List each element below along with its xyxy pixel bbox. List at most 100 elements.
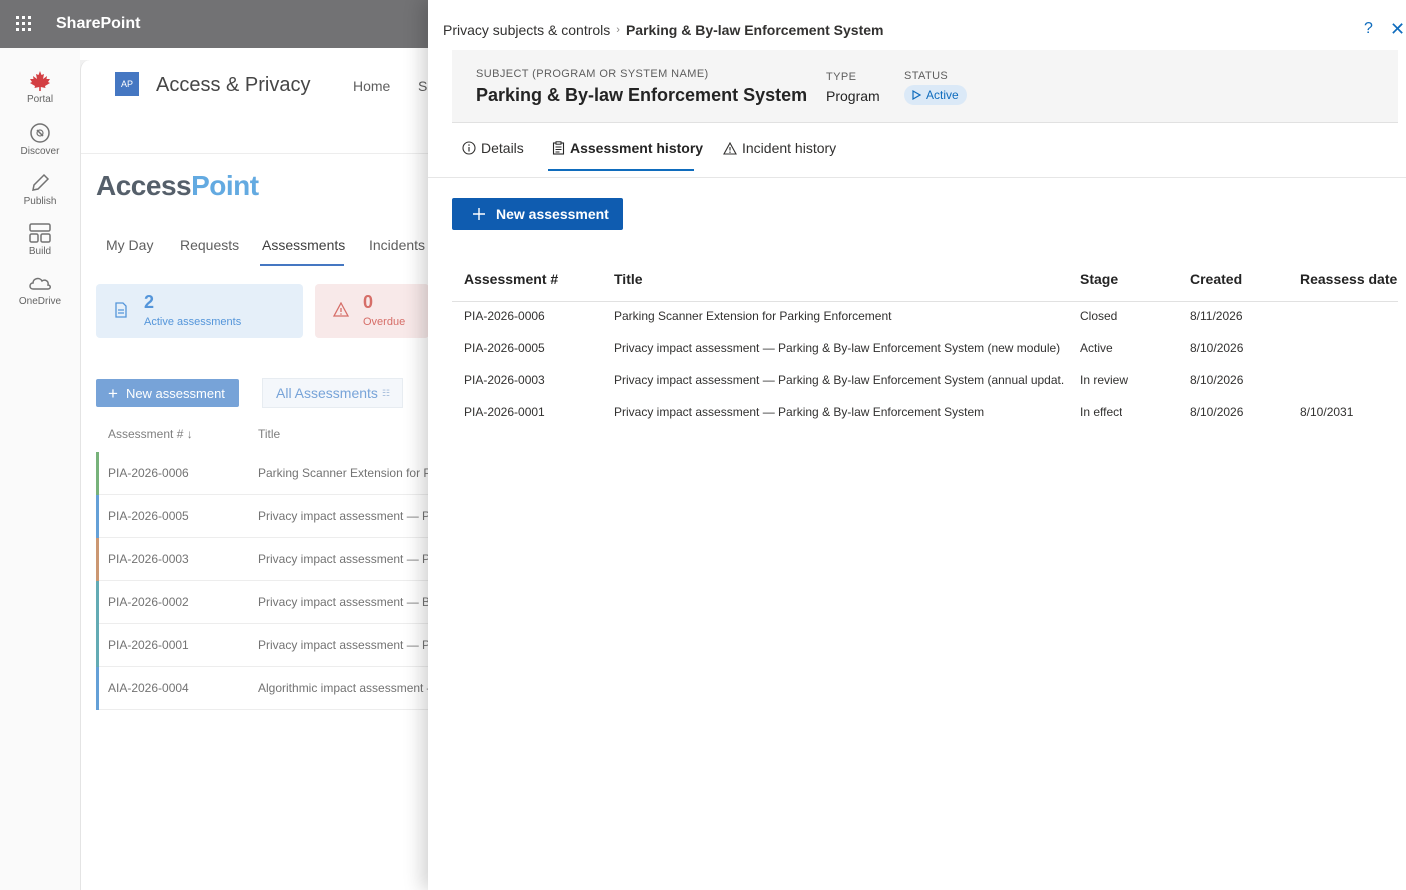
tab-details[interactable]: Details bbox=[462, 140, 524, 156]
table-row[interactable]: PIA-2026-0005 Privacy impact assessment … bbox=[452, 333, 1398, 365]
table-row[interactable]: PIA-2026-0006 Parking Scanner Extension … bbox=[96, 452, 429, 495]
table-row[interactable]: PIA-2026-0006 Parking Scanner Extension … bbox=[452, 301, 1398, 333]
accesspoint-logo: AccessPoint bbox=[96, 170, 259, 202]
cell-stage: Active bbox=[1080, 341, 1113, 355]
close-icon[interactable]: ✕ bbox=[1390, 19, 1405, 40]
active-tab-indicator bbox=[260, 264, 344, 266]
site-logo[interactable]: AP bbox=[115, 72, 139, 96]
site-nav-home[interactable]: Home bbox=[353, 78, 390, 94]
cell-title[interactable]: Parking Scanner Extension for Parking En… bbox=[614, 309, 1064, 323]
column-header-assessment[interactable]: Assessment # bbox=[464, 271, 558, 287]
new-assessment-button[interactable]: + New assessment bbox=[96, 379, 239, 407]
tab-assessments[interactable]: Assessments bbox=[262, 237, 345, 253]
row-title: Privacy impact assessment — Parking & By… bbox=[258, 552, 429, 566]
warning-icon bbox=[333, 302, 349, 317]
table-row[interactable]: PIA-2026-0005 Privacy impact assessment … bbox=[96, 495, 429, 538]
info-icon bbox=[462, 141, 476, 155]
row-color-bar bbox=[96, 452, 99, 495]
cell-reassess-date: 8/10/2031 bbox=[1300, 405, 1354, 419]
app-rail: Portal Discover Publish Build OneDrive bbox=[0, 48, 80, 890]
view-label: All Assessments bbox=[276, 385, 378, 401]
status-text: Active bbox=[926, 88, 959, 102]
type-value: Program bbox=[826, 88, 880, 104]
help-icon[interactable]: ? bbox=[1364, 20, 1373, 38]
cell-assessment-id[interactable]: PIA-2026-0006 bbox=[464, 309, 545, 323]
rail-label: Portal bbox=[26, 94, 54, 105]
warning-icon bbox=[723, 141, 737, 155]
table-row[interactable]: PIA-2026-0001 Privacy impact assessment … bbox=[96, 624, 429, 667]
cell-title[interactable]: Privacy impact assessment — Parking & By… bbox=[614, 341, 1064, 355]
tab-incidents[interactable]: Incidents bbox=[369, 237, 425, 253]
cell-stage: Closed bbox=[1080, 309, 1118, 323]
rail-item-publish[interactable]: Publish bbox=[0, 172, 80, 207]
maple-leaf-icon bbox=[30, 71, 50, 91]
cell-stage: In effect bbox=[1080, 405, 1123, 419]
card-value: 0 bbox=[363, 292, 374, 312]
column-header-stage[interactable]: Stage bbox=[1080, 271, 1118, 287]
tab-my-day[interactable]: My Day bbox=[106, 237, 153, 253]
active-assessments-card[interactable]: 2 Active assessments bbox=[96, 284, 303, 338]
sort-down-icon: ↓ bbox=[186, 427, 193, 441]
pen-icon bbox=[32, 173, 50, 191]
site-title[interactable]: Access & Privacy bbox=[156, 74, 310, 97]
table-row[interactable]: PIA-2026-0002 Privacy impact assessment … bbox=[96, 581, 429, 624]
cell-assessment-id[interactable]: PIA-2026-0005 bbox=[464, 341, 545, 355]
cell-title[interactable]: Privacy impact assessment — Parking & By… bbox=[614, 405, 1064, 419]
column-header-title[interactable]: Title bbox=[614, 271, 643, 287]
card-value: 2 bbox=[144, 292, 155, 312]
row-title: Privacy impact assessment — Building per… bbox=[258, 595, 429, 609]
table-row[interactable]: PIA-2026-0003 Privacy impact assessment … bbox=[96, 538, 429, 581]
grid-icon bbox=[29, 223, 51, 243]
suite-app-name[interactable]: SharePoint bbox=[56, 15, 140, 33]
column-header-assessment[interactable]: Assessment # ↓ bbox=[108, 427, 193, 441]
tab-assessment-history[interactable]: Assessment history bbox=[552, 140, 703, 156]
row-title: Privacy impact assessment — Parking & By… bbox=[258, 509, 429, 523]
column-header-reassess-date[interactable]: Reassess date bbox=[1300, 271, 1397, 287]
rail-item-build[interactable]: Build bbox=[0, 222, 80, 257]
column-header-label: Assessment # bbox=[108, 427, 184, 441]
row-id: PIA-2026-0005 bbox=[108, 509, 189, 523]
row-color-bar bbox=[96, 495, 99, 538]
rail-label: Publish bbox=[23, 196, 57, 207]
breadcrumb: Privacy subjects & controls › Parking & … bbox=[443, 22, 884, 38]
row-color-bar bbox=[96, 581, 99, 624]
overdue-card[interactable]: 0 Overdue bbox=[315, 284, 429, 338]
row-color-bar bbox=[96, 624, 99, 667]
table-row[interactable]: AIA-2026-0004 Algorithmic impact assessm… bbox=[96, 667, 429, 710]
subject-name: Parking & By-law Enforcement System bbox=[476, 85, 808, 105]
cell-assessment-id[interactable]: PIA-2026-0001 bbox=[464, 405, 545, 419]
divider bbox=[428, 177, 1406, 178]
new-assessment-button[interactable]: New assessment bbox=[452, 198, 623, 230]
cell-created: 8/10/2026 bbox=[1190, 341, 1244, 355]
subject-header: SUBJECT (PROGRAM OR SYSTEM NAME) Parking… bbox=[452, 50, 1398, 123]
column-header-title[interactable]: Title bbox=[258, 427, 280, 441]
column-header-created[interactable]: Created bbox=[1190, 271, 1242, 287]
cell-assessment-id[interactable]: PIA-2026-0003 bbox=[464, 373, 545, 387]
tab-incident-history[interactable]: Incident history bbox=[723, 140, 836, 156]
view-selector[interactable]: All Assessments ☷ bbox=[262, 378, 403, 408]
breadcrumb-item-subjects[interactable]: Privacy subjects & controls bbox=[443, 22, 610, 38]
cell-created: 8/10/2026 bbox=[1190, 373, 1244, 387]
app-launcher-button[interactable] bbox=[0, 0, 48, 48]
rail-item-portal[interactable]: Portal bbox=[0, 70, 80, 105]
cell-stage: In review bbox=[1080, 373, 1129, 387]
type-label: TYPE bbox=[826, 71, 857, 83]
tab-requests[interactable]: Requests bbox=[180, 237, 239, 253]
tab-label: Incident history bbox=[742, 140, 837, 156]
table-row[interactable]: PIA-2026-0001 Privacy impact assessment … bbox=[452, 397, 1398, 429]
rail-label: OneDrive bbox=[18, 296, 62, 307]
plus-icon: + bbox=[108, 383, 118, 403]
compass-icon bbox=[30, 123, 50, 143]
status-badge: Active bbox=[904, 85, 967, 105]
tab-label: Assessment history bbox=[570, 140, 704, 156]
table-row[interactable]: PIA-2026-0003 Privacy impact assessment … bbox=[452, 365, 1398, 397]
rail-item-onedrive[interactable]: OneDrive bbox=[0, 272, 80, 307]
cell-title[interactable]: Privacy impact assessment — Parking & By… bbox=[614, 373, 1064, 387]
row-id: PIA-2026-0006 bbox=[108, 466, 189, 480]
waffle-icon bbox=[16, 16, 31, 31]
row-title: Algorithmic impact assessment — bbox=[258, 681, 429, 695]
chevron-right-icon: › bbox=[616, 24, 620, 36]
rail-label: Build bbox=[28, 246, 52, 257]
rail-label: Discover bbox=[20, 146, 60, 157]
rail-item-discover[interactable]: Discover bbox=[0, 122, 80, 157]
